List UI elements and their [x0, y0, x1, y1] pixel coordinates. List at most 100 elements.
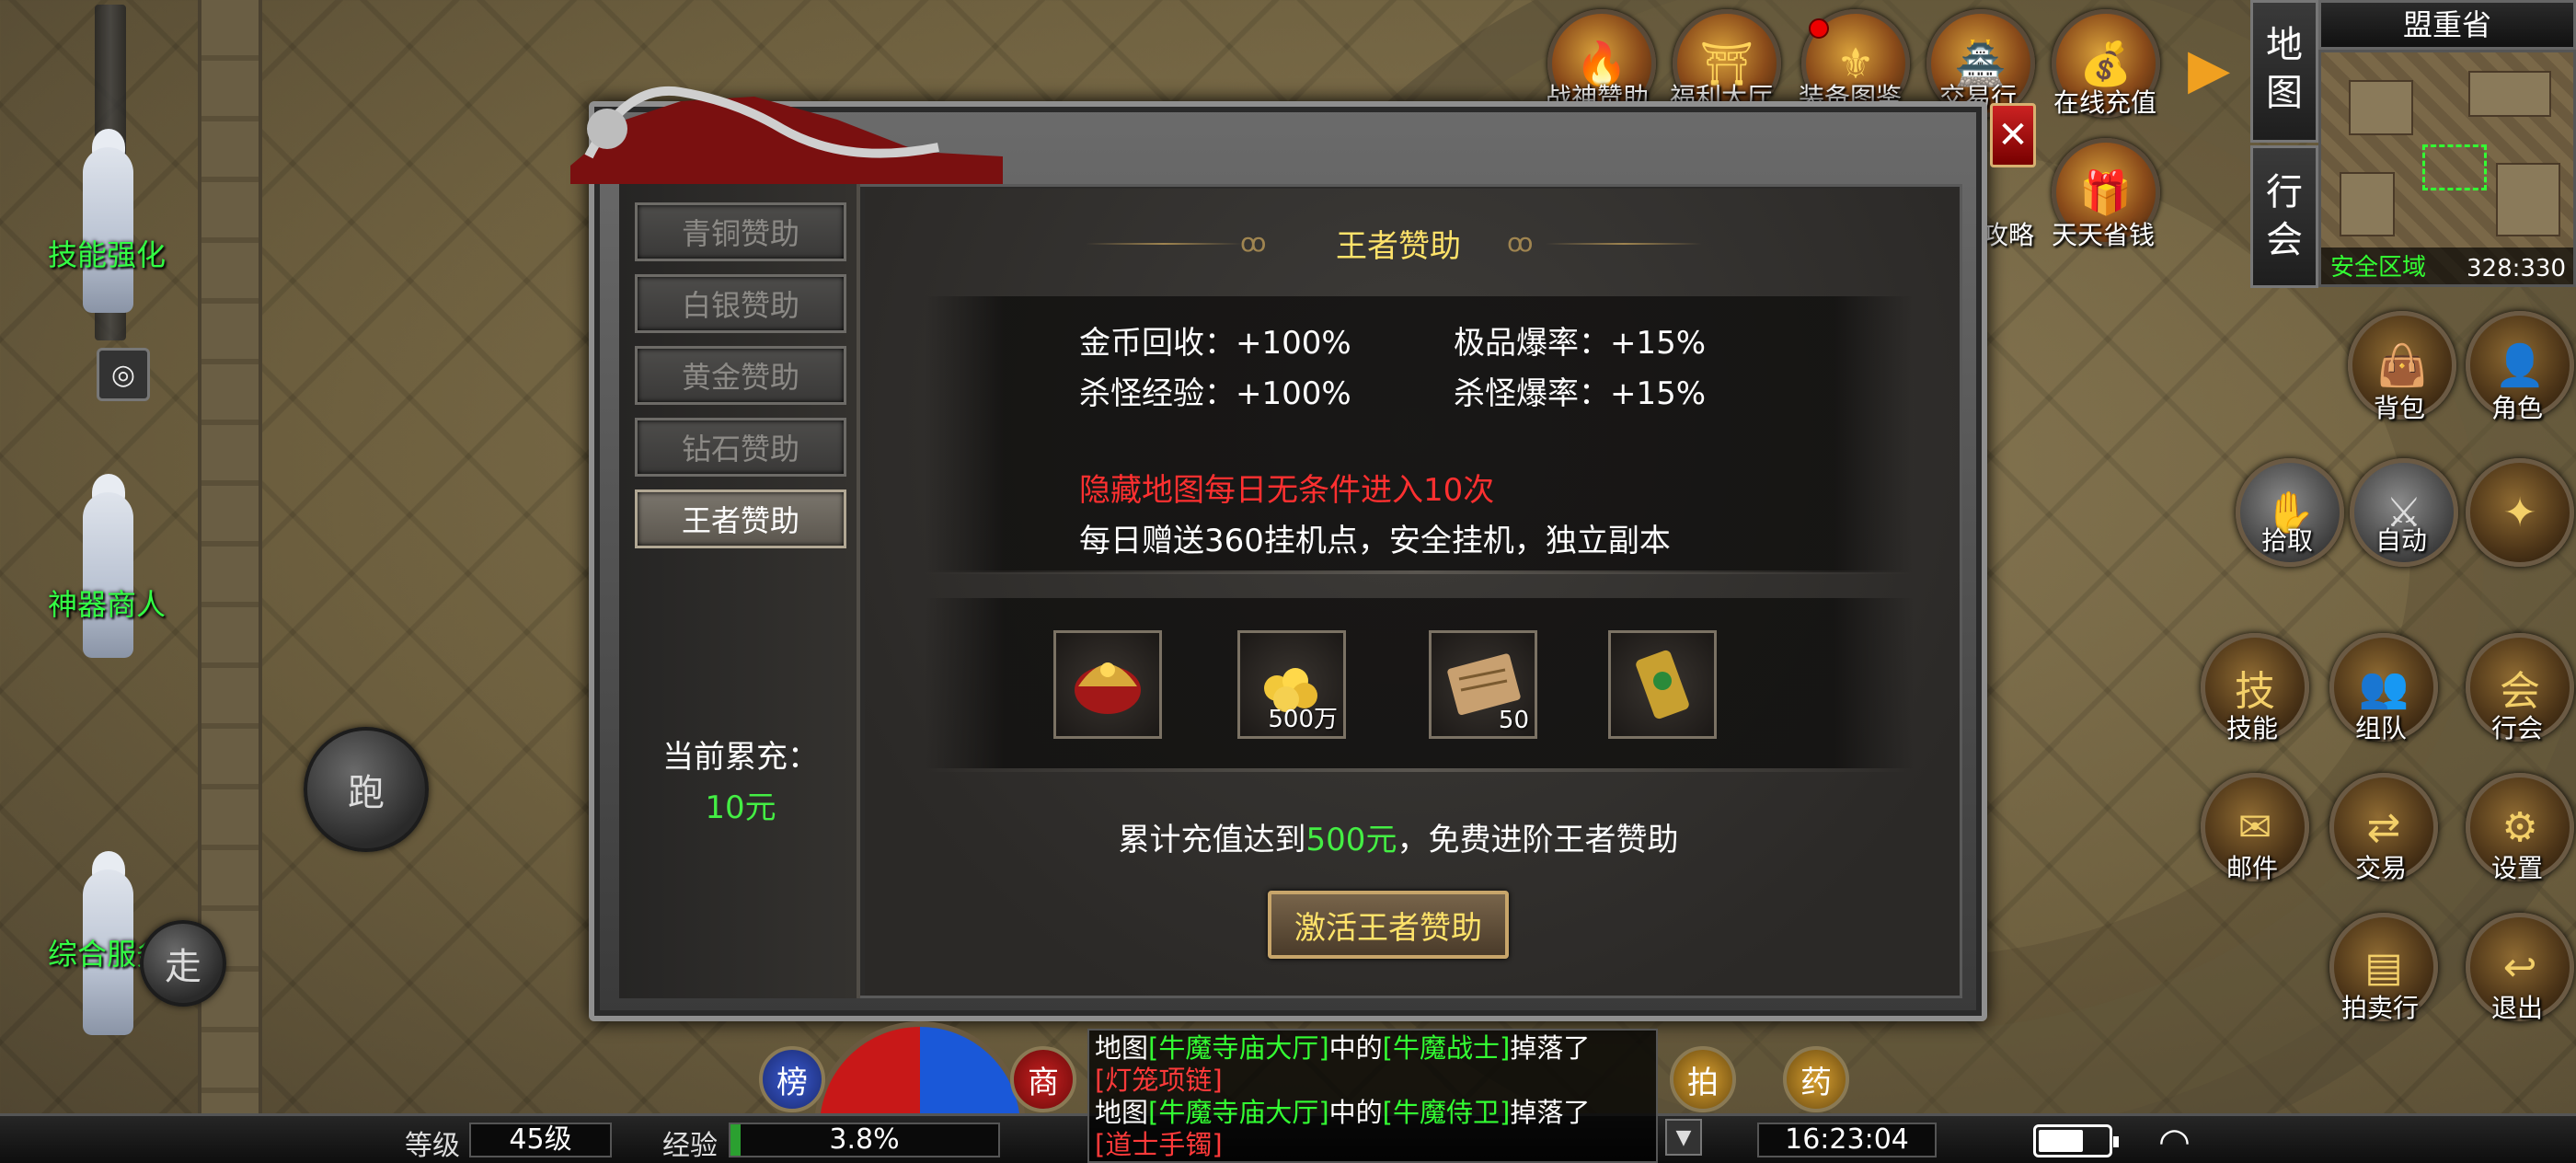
- chat-text: 中的: [1328, 1032, 1383, 1064]
- mail-icon: ✉: [2237, 803, 2272, 851]
- activate-king-sponsor-button[interactable]: 激活王者赞助: [1268, 891, 1509, 959]
- top-label-recharge: 在线充值: [2053, 87, 2157, 118]
- chat-line: [道士手镯]: [1095, 1129, 1650, 1161]
- region-name: 盟重省: [2318, 0, 2576, 50]
- minimap[interactable]: 安全区域 328:330: [2318, 50, 2576, 287]
- guild-nav-label: 行会: [2266, 171, 2303, 261]
- compass-button[interactable]: ✦: [2466, 458, 2574, 567]
- wifi-icon: ◠: [2158, 1121, 2191, 1163]
- reward-slot[interactable]: [1608, 630, 1717, 739]
- character-icon: 👤: [2494, 342, 2546, 389]
- walk-button[interactable]: 走: [140, 920, 226, 1007]
- npc-label-artifact-merchant[interactable]: 神器商人: [48, 582, 166, 624]
- helmet-icon: [1075, 662, 1141, 714]
- trade-label: 交易: [2355, 853, 2408, 883]
- auto-label: 自动: [2375, 525, 2428, 556]
- chat-line: 地图[牛魔寺庙大厅]中的[牛魔侍卫]掉落了: [1095, 1097, 1650, 1129]
- chat-line: [灯笼项链]: [1095, 1065, 1650, 1097]
- run-button[interactable]: 跑: [304, 727, 429, 852]
- chat-line: 地图[牛魔寺庙大厅]中的[牛魔战士]掉落了: [1095, 1032, 1650, 1065]
- battery-icon: [2033, 1124, 2119, 1157]
- chat-text: 地图: [1095, 1032, 1149, 1064]
- chat-map-name: [牛魔寺庙大厅]: [1148, 1032, 1329, 1064]
- minimap-building: [2468, 71, 2551, 117]
- auction-icon: ▤: [2364, 943, 2403, 991]
- special-hidden-map: 隐藏地图每日无条件进入10次: [1079, 472, 1495, 509]
- character-label: 角色: [2491, 393, 2544, 423]
- coords-label: 328:330: [2466, 255, 2566, 282]
- cumulative-recharge-label: 当前累充：: [662, 739, 819, 776]
- tab-king[interactable]: 王者赞助: [635, 489, 846, 548]
- tab-diamond[interactable]: 钻石赞助: [635, 418, 846, 477]
- reward-slot[interactable]: 50: [1429, 630, 1537, 739]
- top-label-savings: 天天省钱: [2052, 220, 2156, 250]
- benefit-gold-recycle: 金币回收：+100%: [1079, 325, 1351, 362]
- chat-scroll-down-icon[interactable]: ▼: [1665, 1119, 1702, 1156]
- target-icon[interactable]: ◎: [97, 348, 150, 401]
- benefit-rare-drop: 极品爆率：+15%: [1454, 325, 1707, 362]
- settings-label: 设置: [2491, 853, 2544, 883]
- top-label-guide[interactable]: 攻略: [1983, 215, 2034, 252]
- special-idle-points: 每日赠送360挂机点，安全挂机，独立副本: [1079, 523, 1671, 559]
- level-value: 45级: [469, 1123, 612, 1157]
- npc-skill-enhance[interactable]: [64, 129, 147, 322]
- level-label: 等级: [405, 1130, 460, 1162]
- settings-icon: ⚙: [2501, 803, 2538, 851]
- dragon-ornament-icon: [570, 86, 1003, 184]
- progress-prefix: 累计充值达到: [1118, 822, 1306, 858]
- chat-monster-name: [牛魔战士]: [1382, 1032, 1511, 1064]
- minimap-building: [2340, 172, 2395, 236]
- compass-icon: ✦: [2502, 489, 2537, 536]
- close-dialog-button[interactable]: ✕: [1990, 103, 2036, 167]
- benefit-kill-exp: 杀怪经验：+100%: [1079, 375, 1351, 412]
- section-divider: [925, 768, 1914, 772]
- map-button[interactable]: 地图: [2250, 0, 2318, 143]
- tab-silver[interactable]: 白银赞助: [635, 274, 846, 333]
- reward-qty: 50: [1498, 707, 1529, 734]
- ranking-button[interactable]: 榜: [759, 1046, 825, 1112]
- chat-text: 地图: [1095, 1097, 1149, 1128]
- notification-dot: [1809, 18, 1829, 39]
- gold-icon: 💰: [2079, 38, 2133, 88]
- exit-label: 退出: [2491, 993, 2544, 1023]
- chat-text: 掉落了: [1510, 1032, 1591, 1064]
- tab-gold[interactable]: 黄金赞助: [635, 346, 846, 405]
- title-ornament-right-icon: ꝏ: [1507, 227, 1534, 258]
- benefit-kill-drop: 杀怪爆率：+15%: [1454, 375, 1707, 412]
- safe-zone-label: 安全区域: [2330, 254, 2427, 282]
- chat-text: 掉落了: [1510, 1097, 1591, 1128]
- exp-bar-fill: [730, 1124, 742, 1156]
- section-divider: [925, 570, 1914, 574]
- expand-arrow-icon[interactable]: ▶: [2188, 37, 2230, 101]
- bag-label: 背包: [2374, 393, 2426, 423]
- skill-label: 技能: [2226, 713, 2279, 743]
- exp-value: 3.8%: [829, 1123, 900, 1156]
- chat-text: 中的: [1328, 1097, 1383, 1128]
- auction-quick-button[interactable]: 拍: [1670, 1046, 1736, 1112]
- shop-button[interactable]: 商: [1010, 1046, 1076, 1112]
- reward-slot[interactable]: [1053, 630, 1162, 739]
- pickup-label: 拾取: [2261, 525, 2314, 556]
- guild-nav-button[interactable]: 行会: [2250, 145, 2318, 288]
- title-divider-right: [1546, 243, 1702, 245]
- progress-hint: 累计充值达到500元，免费进阶王者赞助: [920, 814, 1877, 859]
- minimap-building: [2496, 163, 2560, 236]
- npc-body: [83, 147, 133, 313]
- npc-artifact-merchant[interactable]: [64, 474, 147, 667]
- minimap-building: [2349, 80, 2413, 135]
- reward-slot[interactable]: 500万: [1237, 630, 1346, 739]
- minimap-footer: 安全区域 328:330: [2321, 248, 2573, 284]
- tab-bronze[interactable]: 青铜赞助: [635, 202, 846, 261]
- chat-log[interactable]: 地图[牛魔寺庙大厅]中的[牛魔战士]掉落了 [灯笼项链] 地图[牛魔寺庙大厅]中…: [1087, 1029, 1658, 1163]
- npc-label-skill-enhance[interactable]: 技能强化: [48, 232, 166, 274]
- reward-qty: 500万: [1268, 706, 1338, 733]
- potion-button[interactable]: 药: [1783, 1046, 1849, 1112]
- auction-label: 拍卖行: [2341, 993, 2420, 1023]
- npc-body: [83, 492, 133, 658]
- guild-label: 行会: [2491, 713, 2544, 743]
- progress-amount: 500元: [1305, 822, 1397, 858]
- chat-monster-name: [牛魔侍卫]: [1382, 1097, 1511, 1128]
- exit-icon: ↩: [2502, 943, 2537, 991]
- chat-item-name: [灯笼项链]: [1095, 1065, 1223, 1096]
- mail-label: 邮件: [2226, 853, 2279, 883]
